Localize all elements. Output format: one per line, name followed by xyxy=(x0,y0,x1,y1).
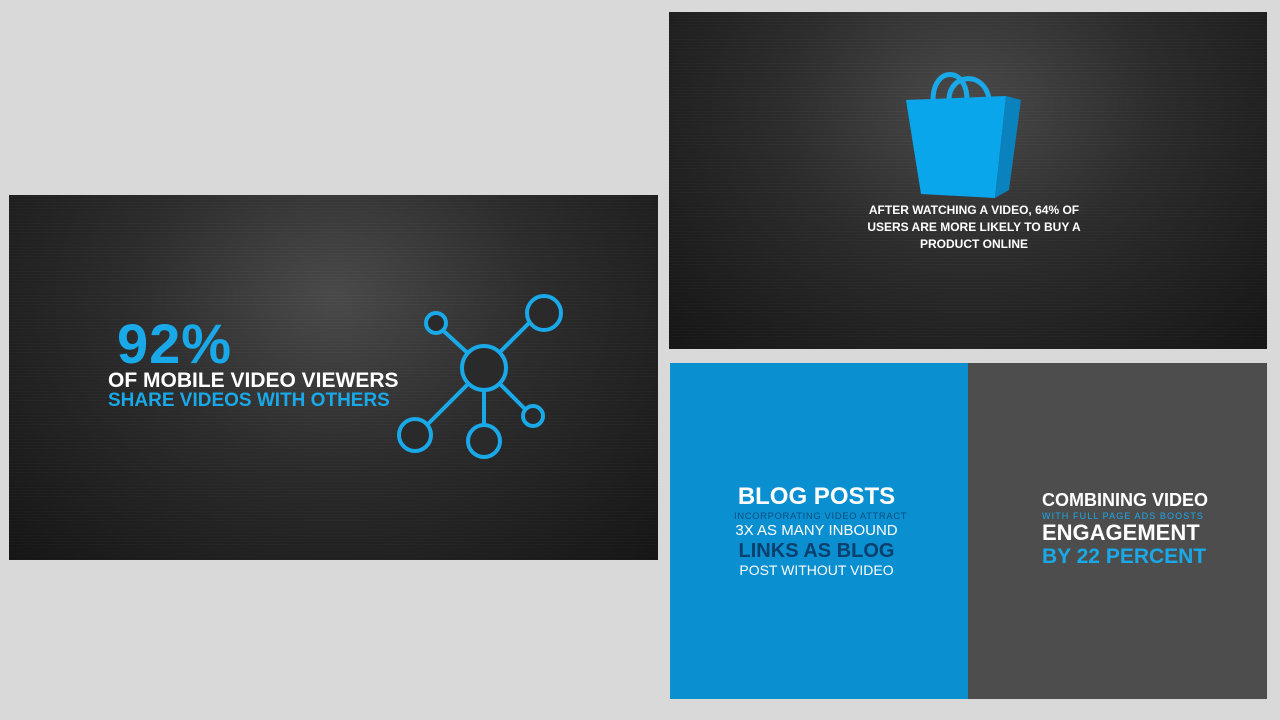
engagement-line-2: ENGAGEMENT xyxy=(1042,520,1200,545)
blog-line-2: 3X AS MANY INBOUND xyxy=(735,522,898,539)
blog-title: BLOG POSTS xyxy=(737,483,896,510)
mobile-share-slide: 92% OF MOBILE VIDEO VIEWERS SHARE VIDEOS… xyxy=(9,195,658,560)
blog-line-3: LINKS AS BLOG xyxy=(738,540,895,562)
engagement-title: COMBINING VIDEO xyxy=(1042,490,1209,510)
blog-posts-slide: BLOG POSTS INCORPORATING VIDEO ATTRACT 3… xyxy=(670,363,968,699)
engagement-slide: COMBINING VIDEO WITH FULL PAGE ADS BOOST… xyxy=(968,363,1267,699)
engagement-line-3: BY 22 PERCENT xyxy=(1042,545,1207,568)
share-stat: 92% xyxy=(117,312,233,375)
caption-line: AFTER WATCHING A VIDEO, 64% OF xyxy=(868,203,1080,217)
blog-line-1: INCORPORATING VIDEO ATTRACT xyxy=(734,511,908,522)
purchase-slide: AFTER WATCHING A VIDEO, 64% OF USERS ARE… xyxy=(669,12,1267,349)
shopping-bag-icon xyxy=(906,72,1021,198)
blog-text-block: BLOG POSTS INCORPORATING VIDEO ATTRACT 3… xyxy=(734,483,908,579)
purchase-caption: AFTER WATCHING A VIDEO, 64% OF USERS ARE… xyxy=(839,202,1109,253)
share-line-2: SHARE VIDEOS WITH OTHERS xyxy=(108,390,390,411)
engagement-text-block: COMBINING VIDEO WITH FULL PAGE ADS BOOST… xyxy=(1042,489,1209,570)
caption-line: PRODUCT ONLINE xyxy=(920,237,1028,251)
network-share-icon xyxy=(397,294,563,459)
caption-line: USERS ARE MORE LIKELY TO BUY A xyxy=(867,220,1081,234)
blog-line-4: POST WITHOUT VIDEO xyxy=(739,562,894,578)
